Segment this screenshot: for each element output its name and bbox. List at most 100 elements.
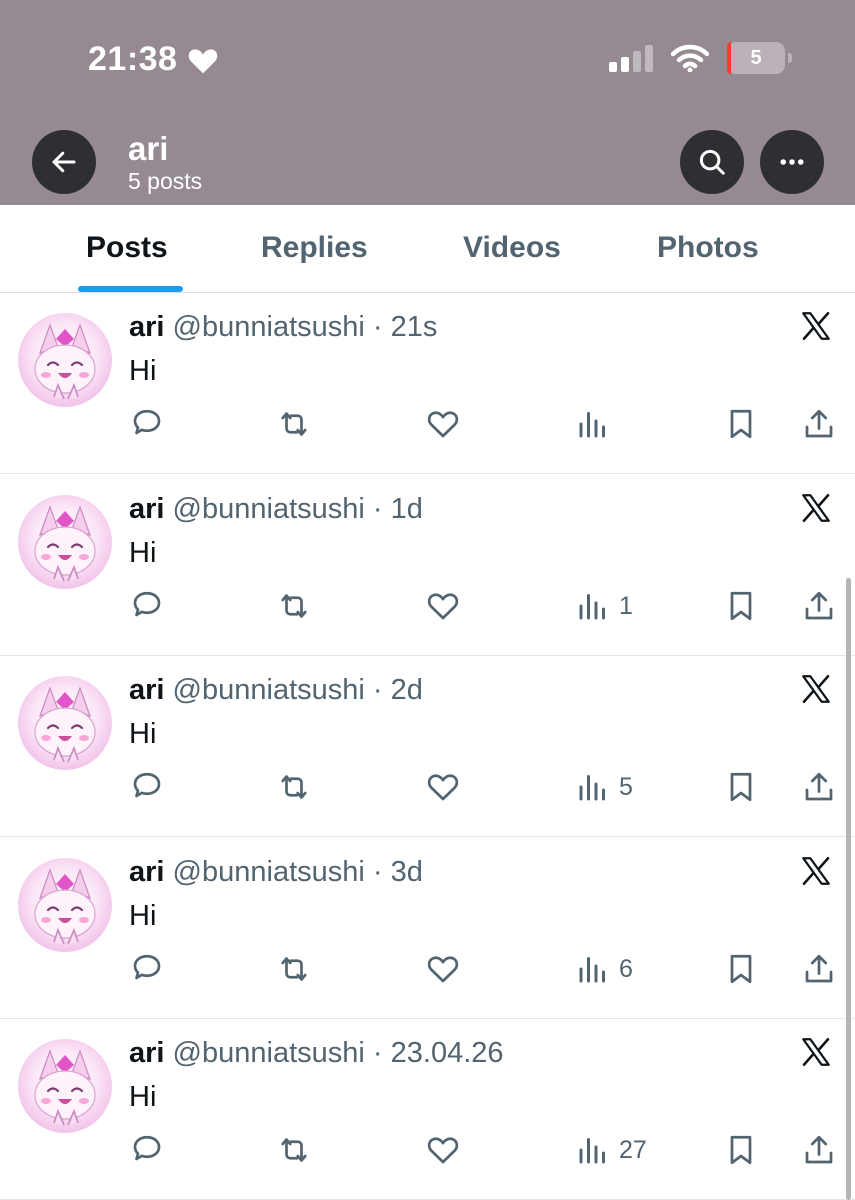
like-button[interactable] — [425, 406, 461, 442]
reply-button[interactable] — [129, 1132, 165, 1168]
back-button[interactable] — [32, 130, 96, 194]
avatar-image — [34, 323, 96, 400]
like-button[interactable] — [425, 769, 461, 805]
reply-icon — [133, 954, 161, 980]
post-timestamp[interactable]: 2d — [391, 674, 423, 706]
like-button[interactable] — [425, 1132, 461, 1168]
bookmark-button[interactable] — [723, 1132, 759, 1168]
reply-button[interactable] — [129, 406, 165, 442]
more-options-button[interactable] — [760, 130, 824, 194]
post[interactable]: ari @bunniatsushi · 23.04.26 Hi 27 — [0, 1019, 855, 1200]
post[interactable]: ari @bunniatsushi · 21s Hi — [0, 293, 855, 474]
reply-button[interactable] — [129, 769, 165, 805]
share-icon — [805, 1135, 833, 1164]
post-timestamp[interactable]: 23.04.26 — [391, 1037, 504, 1069]
share-button[interactable] — [801, 1132, 837, 1168]
repost-button[interactable] — [276, 588, 312, 624]
author-name[interactable]: ari — [129, 493, 164, 525]
reply-button[interactable] — [129, 588, 165, 624]
arrow-left-icon — [52, 151, 76, 173]
analytics-icon — [579, 957, 605, 983]
scrollbar[interactable] — [846, 578, 851, 1200]
reply-icon — [133, 1135, 161, 1161]
author-name[interactable]: ari — [129, 674, 164, 706]
post[interactable]: ari @bunniatsushi · 1d Hi 1 — [0, 475, 855, 656]
analytics-icon — [579, 594, 605, 620]
status-indicators: 5 — [609, 42, 792, 74]
reply-button[interactable] — [129, 951, 165, 987]
views-button[interactable]: 6 — [575, 951, 633, 987]
repost-button[interactable] — [276, 1132, 312, 1168]
views-button[interactable]: 1 — [575, 588, 633, 624]
share-button[interactable] — [801, 588, 837, 624]
heart-outline-icon — [427, 774, 459, 801]
avatar[interactable] — [18, 676, 112, 770]
post[interactable]: ari @bunniatsushi · 3d Hi 6 — [0, 838, 855, 1019]
tab-videos[interactable]: Videos — [463, 231, 561, 265]
author-name[interactable]: ari — [129, 1037, 164, 1069]
tab-posts[interactable]: Posts — [86, 231, 168, 265]
active-tab-indicator — [78, 286, 183, 292]
bookmark-button[interactable] — [723, 951, 759, 987]
repost-button[interactable] — [276, 769, 312, 805]
share-button[interactable] — [801, 769, 837, 805]
avatar[interactable] — [18, 495, 112, 589]
author-handle[interactable]: @bunniatsushi — [173, 493, 365, 525]
profile-header: 21:38 5 ari 5 posts — [0, 0, 855, 205]
repost-button[interactable] — [276, 951, 312, 987]
meta-separator: · — [372, 856, 383, 888]
like-button[interactable] — [425, 951, 461, 987]
bookmark-icon — [730, 772, 752, 802]
post-text: Hi — [129, 900, 157, 932]
post-text: Hi — [129, 355, 157, 387]
meta-separator: · — [372, 1037, 383, 1069]
heart-outline-icon — [427, 411, 459, 438]
share-button[interactable] — [801, 406, 837, 442]
views-button[interactable]: 27 — [575, 1132, 647, 1168]
like-button[interactable] — [425, 588, 461, 624]
x-logo-icon — [802, 674, 830, 704]
views-button[interactable] — [575, 406, 619, 442]
heart-outline-icon — [427, 956, 459, 983]
post-timestamp[interactable]: 21s — [391, 311, 438, 343]
post-timestamp[interactable]: 1d — [391, 493, 423, 525]
share-icon — [805, 409, 833, 438]
avatar[interactable] — [18, 858, 112, 952]
search-icon — [699, 149, 725, 175]
avatar[interactable] — [18, 313, 112, 407]
author-handle[interactable]: @bunniatsushi — [173, 1037, 365, 1069]
x-logo-icon — [802, 493, 830, 523]
author-handle[interactable]: @bunniatsushi — [173, 311, 365, 343]
time-label: 21:38 — [88, 40, 178, 78]
author-name[interactable]: ari — [129, 311, 164, 343]
heart-icon — [189, 48, 218, 73]
author-name[interactable]: ari — [129, 856, 164, 888]
bookmark-button[interactable] — [723, 588, 759, 624]
bookmark-button[interactable] — [723, 406, 759, 442]
post-text: Hi — [129, 718, 157, 750]
search-button[interactable] — [680, 130, 744, 194]
meta-separator: · — [372, 493, 383, 525]
share-button[interactable] — [801, 951, 837, 987]
avatar[interactable] — [18, 1039, 112, 1133]
tab-photos[interactable]: Photos — [657, 231, 759, 265]
views-count: 6 — [619, 954, 633, 983]
views-button[interactable]: 5 — [575, 769, 633, 805]
status-time: 21:38 — [88, 40, 219, 79]
post-timestamp[interactable]: 3d — [391, 856, 423, 888]
author-handle[interactable]: @bunniatsushi — [173, 674, 365, 706]
share-icon — [805, 591, 833, 620]
views-count: 5 — [619, 772, 633, 801]
bookmark-icon — [730, 591, 752, 621]
battery-icon: 5 — [727, 42, 792, 74]
reply-icon — [133, 772, 161, 798]
analytics-icon — [579, 775, 605, 801]
tab-replies[interactable]: Replies — [261, 231, 368, 265]
author-handle[interactable]: @bunniatsushi — [173, 856, 365, 888]
bookmark-button[interactable] — [723, 769, 759, 805]
x-logo-icon — [802, 311, 830, 341]
post[interactable]: ari @bunniatsushi · 2d Hi 5 — [0, 656, 855, 837]
bookmark-icon — [730, 1135, 752, 1165]
repost-button[interactable] — [276, 406, 312, 442]
repost-icon — [281, 594, 307, 618]
